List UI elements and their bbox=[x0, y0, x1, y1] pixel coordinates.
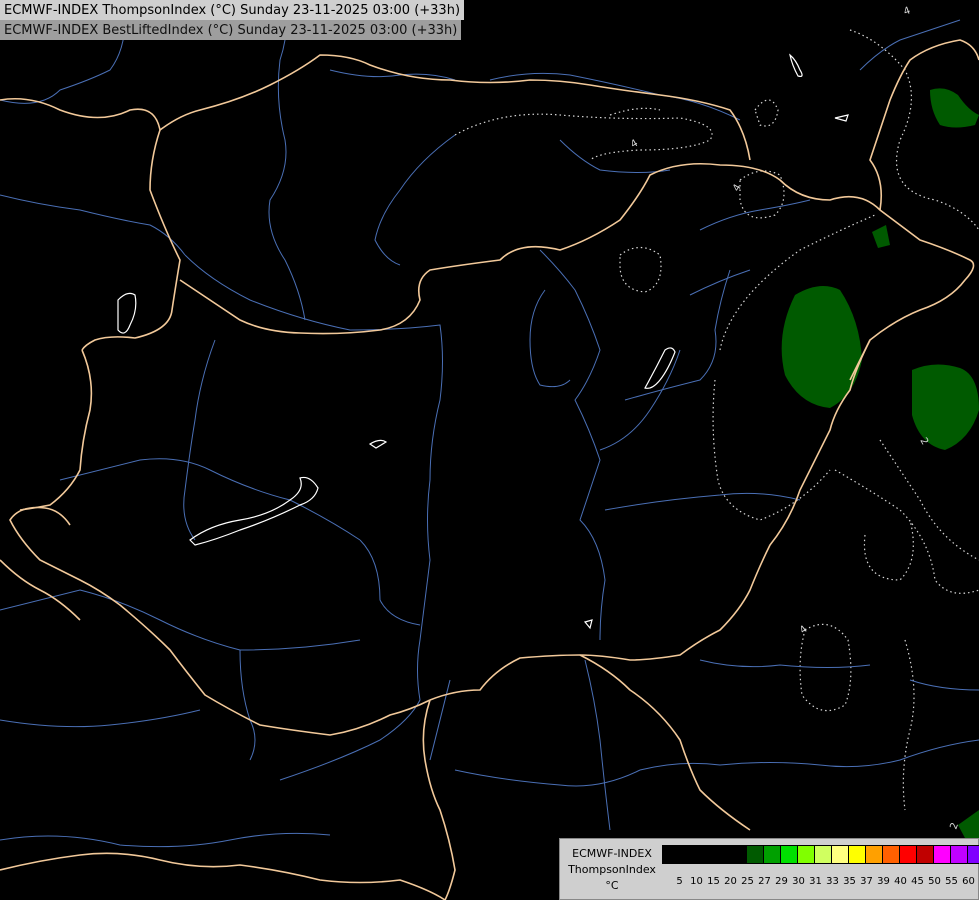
legend-tick: 25 bbox=[741, 876, 754, 887]
legend-tick: 60 bbox=[962, 876, 975, 887]
legend-swatch bbox=[662, 845, 679, 864]
legend-swatch bbox=[781, 845, 798, 864]
legend-swatch bbox=[883, 845, 900, 864]
legend-swatch bbox=[764, 845, 781, 864]
legend-tick: 40 bbox=[894, 876, 907, 887]
legend-tick: 31 bbox=[809, 876, 822, 887]
legend-swatches bbox=[662, 845, 979, 864]
legend-tick: 45 bbox=[911, 876, 924, 887]
legend-tick: 37 bbox=[860, 876, 873, 887]
legend-tick: 39 bbox=[877, 876, 890, 887]
legend-swatch bbox=[968, 845, 979, 864]
legend-swatch bbox=[866, 845, 883, 864]
legend-swatch bbox=[747, 845, 764, 864]
legend-swatch bbox=[934, 845, 951, 864]
legend-swatch bbox=[679, 845, 696, 864]
legend-swatch bbox=[832, 845, 849, 864]
legend-swatch bbox=[951, 845, 968, 864]
map-title-secondary: ECMWF-INDEX BestLiftedIndex (°C) Sunday … bbox=[0, 20, 462, 40]
legend-unit: °C bbox=[605, 879, 619, 892]
legend-swatch bbox=[696, 845, 713, 864]
legend-tick: 55 bbox=[945, 876, 958, 887]
legend-ticks: 5 10 15 20 25 27 29 30 31 33 35 37 39 40 45 50 55 60 bbox=[671, 876, 977, 887]
map-title-primary: ECMWF-INDEX ThompsonIndex (°C) Sunday 23… bbox=[0, 0, 465, 20]
legend-tick: 29 bbox=[775, 876, 788, 887]
legend-tick: 27 bbox=[758, 876, 771, 887]
legend-tick: 5 bbox=[676, 876, 683, 887]
color-legend: ECMWF-INDEX ThompsonIndex °C 5 10 15 20 25 27… bbox=[559, 838, 979, 900]
legend-swatch bbox=[798, 845, 815, 864]
legend-tick: 50 bbox=[928, 876, 941, 887]
legend-source: ECMWF-INDEX bbox=[572, 847, 652, 860]
legend-swatch bbox=[849, 845, 866, 864]
legend-swatch bbox=[713, 845, 730, 864]
legend-tick: 30 bbox=[792, 876, 805, 887]
legend-parameter: ThompsonIndex bbox=[568, 863, 656, 876]
legend-tick: 10 bbox=[690, 876, 703, 887]
legend-tick: 15 bbox=[707, 876, 720, 887]
legend-swatch bbox=[917, 845, 934, 864]
legend-swatch bbox=[815, 845, 832, 864]
legend-swatch bbox=[900, 845, 917, 864]
weather-map: 4 4 4 4 2 2 bbox=[0, 0, 979, 900]
legend-swatch bbox=[730, 845, 747, 864]
legend-tick: 33 bbox=[826, 876, 839, 887]
legend-tick: 35 bbox=[843, 876, 856, 887]
legend-tick: 20 bbox=[724, 876, 737, 887]
map-background bbox=[0, 0, 979, 900]
